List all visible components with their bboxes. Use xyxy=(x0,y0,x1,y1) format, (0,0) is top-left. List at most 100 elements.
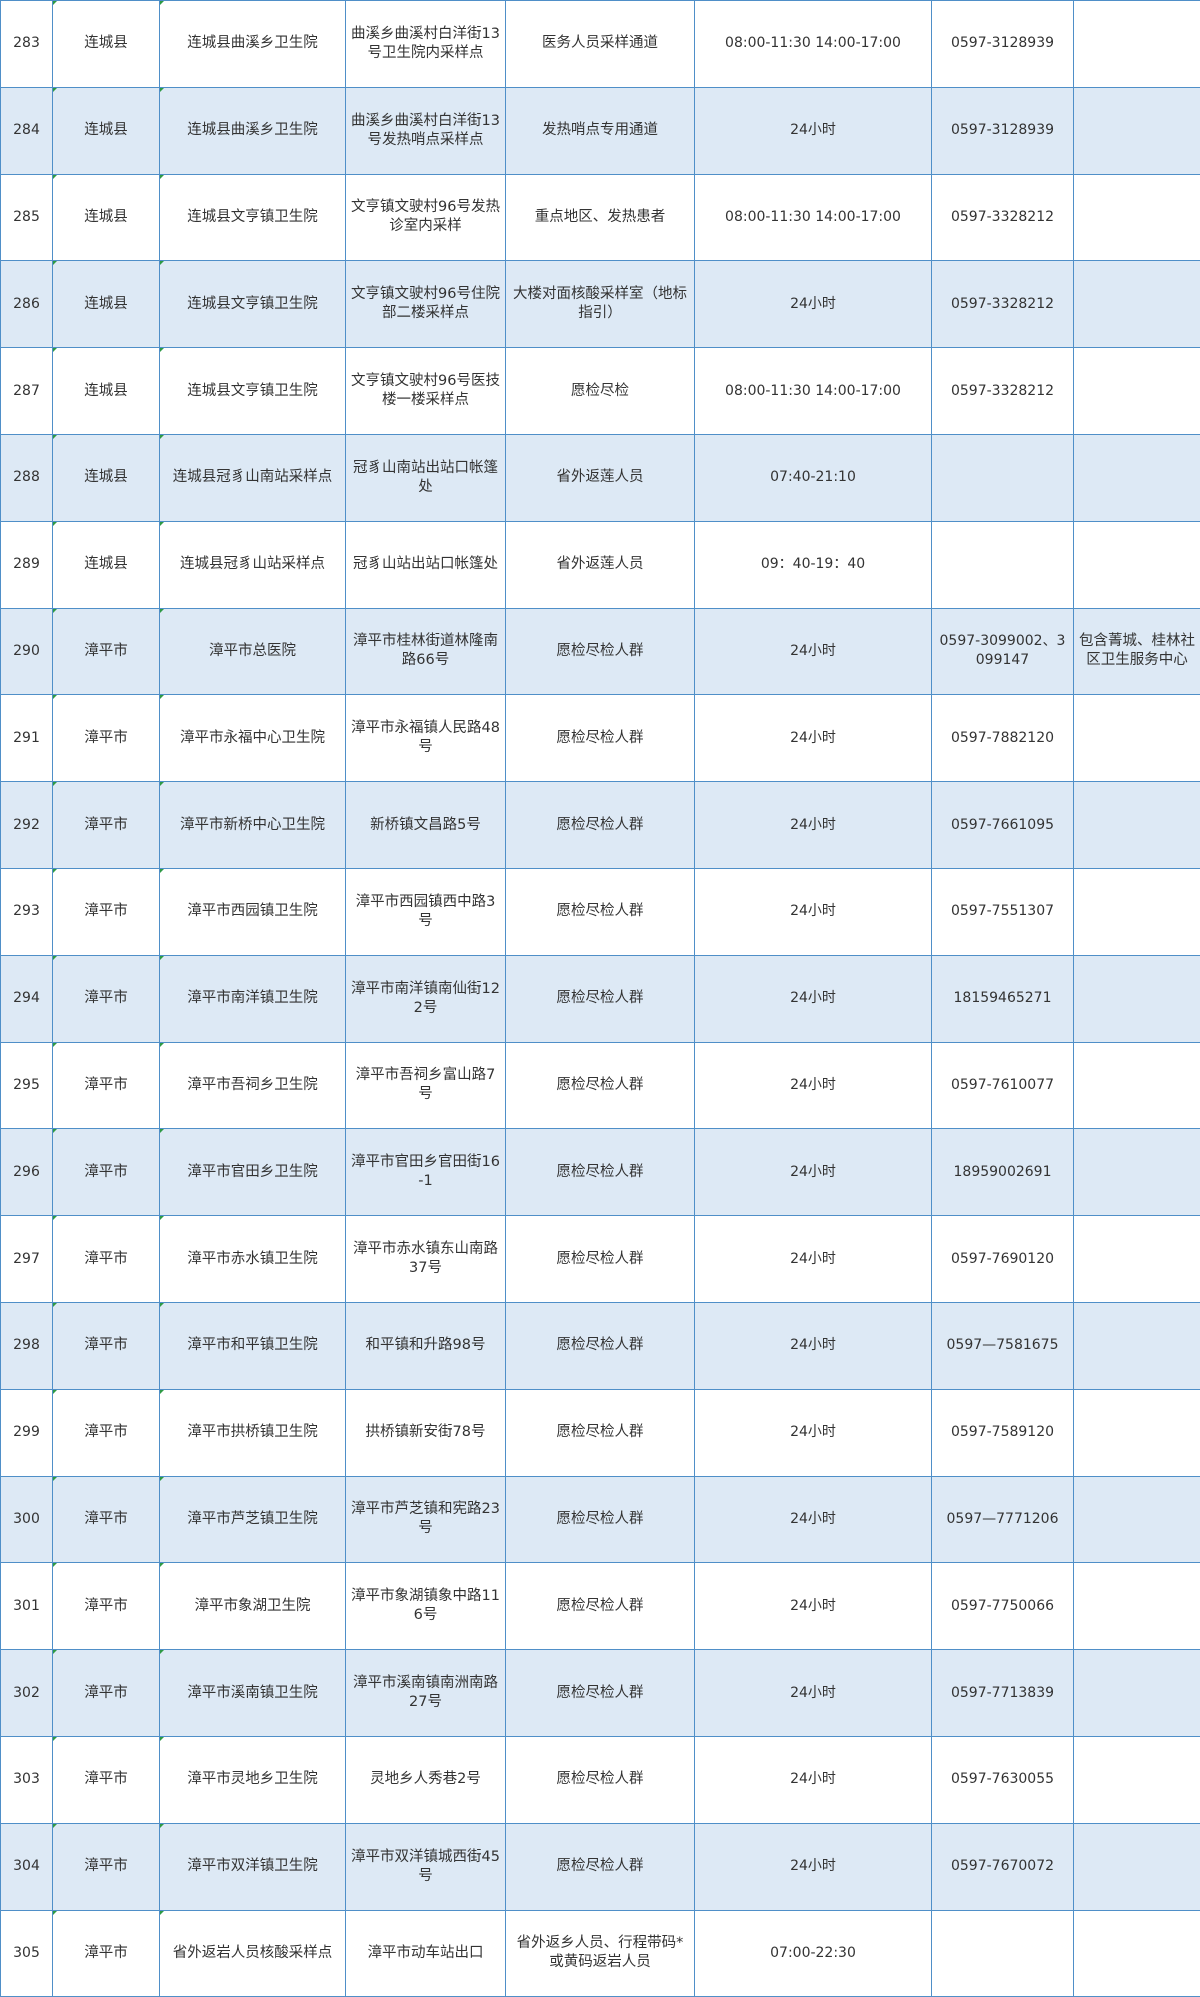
table-row: 283连城县连城县曲溪乡卫生院曲溪乡曲溪村白洋街13号卫生院内采样点医务人员采样… xyxy=(1,1,1200,88)
address-cell: 冠豸山南站出站口帐篷处 xyxy=(346,434,506,521)
hours-cell: 08:00-11:30 14:00-17:00 xyxy=(695,348,932,435)
row-number: 293 xyxy=(1,868,53,955)
hours-cell: 24小时 xyxy=(695,1823,932,1910)
note-cell xyxy=(1074,1129,1200,1216)
target-group-cell: 省外返莲人员 xyxy=(506,434,695,521)
row-number: 290 xyxy=(1,608,53,695)
address-cell: 漳平市芦芝镇和宪路23号 xyxy=(346,1476,506,1563)
table-body: 283连城县连城县曲溪乡卫生院曲溪乡曲溪村白洋街13号卫生院内采样点医务人员采样… xyxy=(1,1,1200,1997)
address-cell: 漳平市官田乡官田街16-1 xyxy=(346,1129,506,1216)
county-cell: 漳平市 xyxy=(53,1129,160,1216)
note-cell xyxy=(1074,1,1200,88)
address-cell: 漳平市桂林街道林隆南路66号 xyxy=(346,608,506,695)
address-cell: 文亨镇文驶村96号医技楼一楼采样点 xyxy=(346,348,506,435)
county-cell: 漳平市 xyxy=(53,782,160,869)
institution-cell: 连城县文亨镇卫生院 xyxy=(160,348,346,435)
hours-cell: 24小时 xyxy=(695,1216,932,1303)
target-group-cell: 愿检尽检人群 xyxy=(506,695,695,782)
note-cell xyxy=(1074,1910,1200,1997)
table-row: 284连城县连城县曲溪乡卫生院曲溪乡曲溪村白洋街13号发热哨点采样点发热哨点专用… xyxy=(1,87,1200,174)
county-cell: 漳平市 xyxy=(53,1042,160,1129)
table-row: 292漳平市漳平市新桥中心卫生院新桥镇文昌路5号愿检尽检人群24小时0597-7… xyxy=(1,782,1200,869)
county-cell: 漳平市 xyxy=(53,1389,160,1476)
hours-cell: 08:00-11:30 14:00-17:00 xyxy=(695,174,932,261)
phone-cell: 0597-3099002、3099147 xyxy=(932,608,1074,695)
note-cell xyxy=(1074,695,1200,782)
target-group-cell: 愿检尽检人群 xyxy=(506,1129,695,1216)
county-cell: 连城县 xyxy=(53,87,160,174)
table-row: 298漳平市漳平市和平镇卫生院和平镇和升路98号愿检尽检人群24小时0597—7… xyxy=(1,1302,1200,1389)
hours-cell: 24小时 xyxy=(695,1650,932,1737)
target-group-cell: 发热哨点专用通道 xyxy=(506,87,695,174)
row-number: 298 xyxy=(1,1302,53,1389)
hours-cell: 24小时 xyxy=(695,1476,932,1563)
institution-cell: 漳平市拱桥镇卫生院 xyxy=(160,1389,346,1476)
institution-cell: 连城县文亨镇卫生院 xyxy=(160,174,346,261)
note-cell xyxy=(1074,955,1200,1042)
phone-cell xyxy=(932,521,1074,608)
note-cell: 包含菁城、桂林社区卫生服务中心 xyxy=(1074,608,1200,695)
target-group-cell: 愿检尽检人群 xyxy=(506,1563,695,1650)
table-row: 295漳平市漳平市吾祠乡卫生院漳平市吾祠乡富山路7号愿检尽检人群24小时0597… xyxy=(1,1042,1200,1129)
county-cell: 漳平市 xyxy=(53,1823,160,1910)
institution-cell: 漳平市溪南镇卫生院 xyxy=(160,1650,346,1737)
hours-cell: 24小时 xyxy=(695,868,932,955)
table-row: 304漳平市漳平市双洋镇卫生院漳平市双洋镇城西街45号愿检尽检人群24小时059… xyxy=(1,1823,1200,1910)
county-cell: 漳平市 xyxy=(53,1563,160,1650)
address-cell: 曲溪乡曲溪村白洋街13号卫生院内采样点 xyxy=(346,1,506,88)
county-cell: 连城县 xyxy=(53,434,160,521)
target-group-cell: 愿检尽检人群 xyxy=(506,1650,695,1737)
target-group-cell: 愿检尽检人群 xyxy=(506,1302,695,1389)
note-cell xyxy=(1074,87,1200,174)
note-cell xyxy=(1074,1389,1200,1476)
address-cell: 曲溪乡曲溪村白洋街13号发热哨点采样点 xyxy=(346,87,506,174)
institution-cell: 漳平市双洋镇卫生院 xyxy=(160,1823,346,1910)
county-cell: 漳平市 xyxy=(53,1736,160,1823)
row-number: 299 xyxy=(1,1389,53,1476)
table-row: 301漳平市漳平市象湖卫生院漳平市象湖镇象中路116号愿检尽检人群24小时059… xyxy=(1,1563,1200,1650)
note-cell xyxy=(1074,434,1200,521)
hours-cell: 09：40-19：40 xyxy=(695,521,932,608)
row-number: 292 xyxy=(1,782,53,869)
county-cell: 漳平市 xyxy=(53,955,160,1042)
phone-cell: 0597-3128939 xyxy=(932,87,1074,174)
table-row: 297漳平市漳平市赤水镇卫生院漳平市赤水镇东山南路37号愿检尽检人群24小时05… xyxy=(1,1216,1200,1303)
target-group-cell: 愿检尽检人群 xyxy=(506,1389,695,1476)
phone-cell: 0597-7661095 xyxy=(932,782,1074,869)
table-row: 300漳平市漳平市芦芝镇卫生院漳平市芦芝镇和宪路23号愿检尽检人群24小时059… xyxy=(1,1476,1200,1563)
address-cell: 文亨镇文驶村96号住院部二楼采样点 xyxy=(346,261,506,348)
county-cell: 漳平市 xyxy=(53,868,160,955)
row-number: 301 xyxy=(1,1563,53,1650)
row-number: 304 xyxy=(1,1823,53,1910)
phone-cell: 0597-7750066 xyxy=(932,1563,1074,1650)
hours-cell: 24小时 xyxy=(695,1302,932,1389)
hours-cell: 24小时 xyxy=(695,261,932,348)
phone-cell: 18959002691 xyxy=(932,1129,1074,1216)
address-cell: 灵地乡人秀巷2号 xyxy=(346,1736,506,1823)
target-group-cell: 重点地区、发热患者 xyxy=(506,174,695,261)
row-number: 305 xyxy=(1,1910,53,1997)
table-row: 296漳平市漳平市官田乡卫生院漳平市官田乡官田街16-1愿检尽检人群24小时18… xyxy=(1,1129,1200,1216)
row-number: 302 xyxy=(1,1650,53,1737)
hours-cell: 24小时 xyxy=(695,955,932,1042)
address-cell: 漳平市永福镇人民路48号 xyxy=(346,695,506,782)
table-row: 302漳平市漳平市溪南镇卫生院漳平市溪南镇南洲南路27号愿检尽检人群24小时05… xyxy=(1,1650,1200,1737)
institution-cell: 漳平市西园镇卫生院 xyxy=(160,868,346,955)
hours-cell: 24小时 xyxy=(695,1042,932,1129)
hours-cell: 24小时 xyxy=(695,1389,932,1476)
address-cell: 漳平市赤水镇东山南路37号 xyxy=(346,1216,506,1303)
address-cell: 漳平市吾祠乡富山路7号 xyxy=(346,1042,506,1129)
target-group-cell: 省外返莲人员 xyxy=(506,521,695,608)
county-cell: 连城县 xyxy=(53,521,160,608)
note-cell xyxy=(1074,1736,1200,1823)
address-cell: 文亨镇文驶村96号发热诊室内采样 xyxy=(346,174,506,261)
address-cell: 漳平市溪南镇南洲南路27号 xyxy=(346,1650,506,1737)
phone-cell: 0597-3328212 xyxy=(932,174,1074,261)
note-cell xyxy=(1074,1563,1200,1650)
hours-cell: 24小时 xyxy=(695,1129,932,1216)
institution-cell: 连城县文亨镇卫生院 xyxy=(160,261,346,348)
note-cell xyxy=(1074,1476,1200,1563)
institution-cell: 漳平市官田乡卫生院 xyxy=(160,1129,346,1216)
target-group-cell: 愿检尽检人群 xyxy=(506,868,695,955)
table-row: 287连城县连城县文亨镇卫生院文亨镇文驶村96号医技楼一楼采样点愿检尽检08:0… xyxy=(1,348,1200,435)
